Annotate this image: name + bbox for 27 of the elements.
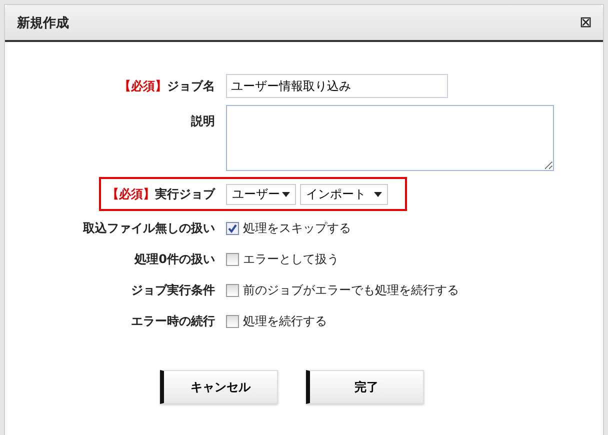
field-label: エラー時の続行	[131, 314, 215, 328]
job-name-field[interactable]: ユーザー情報取り込み	[226, 74, 448, 98]
description-field[interactable]	[226, 105, 554, 171]
checkbox[interactable]	[226, 315, 239, 328]
dialog-button[interactable]: 完了	[306, 370, 424, 404]
caret-icon	[282, 192, 290, 196]
dropdown[interactable]: インポート	[300, 184, 388, 204]
close-button[interactable]: ⊠	[579, 16, 593, 30]
required-mark: 【必須】	[119, 78, 167, 92]
dialog-button[interactable]: キャンセル	[160, 370, 278, 404]
checkbox-label: 処理を続行する	[243, 313, 327, 330]
checkbox-label: 処理をスキップする	[243, 220, 351, 237]
field-label: 取込ファイル無しの扱い	[83, 221, 215, 235]
field-label: 実行ジョブ	[155, 186, 215, 200]
required-mark: 【必須】	[107, 186, 155, 200]
checkbox[interactable]	[226, 284, 239, 297]
field-label: ジョブ名	[167, 78, 215, 92]
field-label: 説明	[191, 114, 215, 128]
checkbox-label: エラーとして扱う	[243, 251, 339, 268]
caret-icon	[374, 192, 382, 196]
checkbox[interactable]	[226, 253, 239, 266]
dropdown[interactable]: ユーザー	[226, 184, 296, 204]
checkbox[interactable]	[226, 222, 239, 235]
checkbox-label: 前のジョブがエラーでも処理を続行する	[243, 282, 459, 299]
field-label: ジョブ実行条件	[131, 283, 215, 297]
field-label: 処理0件の扱い	[134, 252, 215, 266]
dialog-title: 新規作成	[17, 14, 69, 32]
